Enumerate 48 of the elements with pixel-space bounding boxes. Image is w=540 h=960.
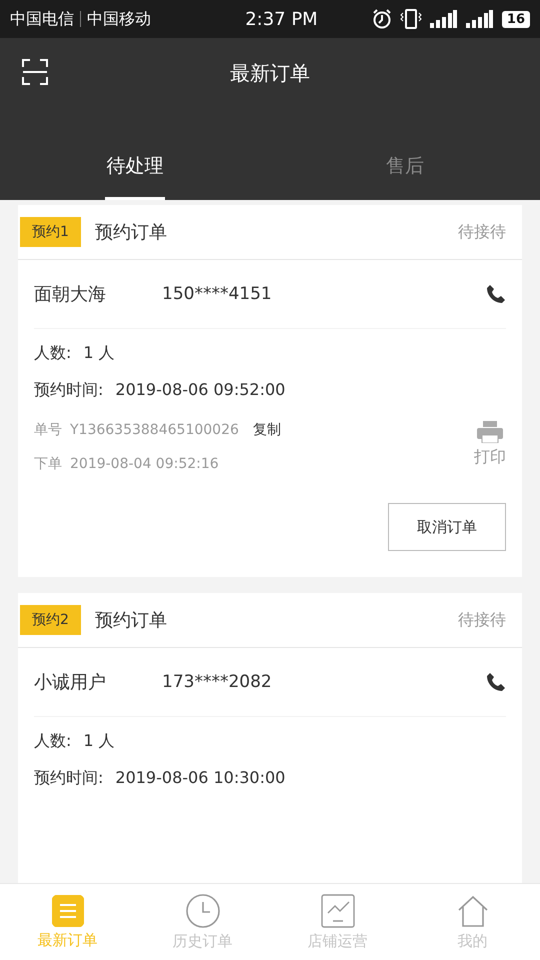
list-icon bbox=[52, 894, 84, 926]
order-status: 待接待 bbox=[458, 610, 506, 630]
scan-icon[interactable] bbox=[22, 59, 48, 85]
house-icon bbox=[456, 894, 490, 928]
booking-time: 2019-08-06 09:52:00 bbox=[115, 380, 286, 401]
alarm-icon bbox=[372, 9, 392, 29]
printer-icon bbox=[477, 421, 503, 443]
battery-level: 16 bbox=[502, 10, 530, 28]
time-label: 预约时间: bbox=[34, 768, 104, 789]
carrier-name: 中国电信 bbox=[10, 8, 74, 30]
tab[interactable]: 待处理 bbox=[105, 139, 165, 200]
cancel-order-button[interactable]: 取消订单 bbox=[388, 503, 506, 551]
placed-time: 2019-08-04 09:52:16 bbox=[70, 456, 219, 472]
signal-icon bbox=[466, 10, 494, 28]
phone-icon[interactable] bbox=[486, 284, 506, 304]
order-type: 预约订单 bbox=[94, 221, 168, 244]
clock-icon bbox=[186, 894, 220, 928]
people-count: 1 人 bbox=[83, 343, 115, 364]
customer-phone: 173****2082 bbox=[162, 672, 273, 692]
phone-icon[interactable] bbox=[486, 672, 506, 692]
order-badge: 预约2 bbox=[20, 605, 81, 635]
status-time: 2:37 PM bbox=[244, 8, 319, 30]
page-title: 最新订单 bbox=[230, 60, 310, 86]
order-number: Y136635388465100026 bbox=[70, 422, 239, 438]
nav-tab[interactable]: 店铺运营 bbox=[270, 884, 405, 960]
copy-button[interactable]: 复制 bbox=[252, 421, 281, 439]
nav-tab[interactable]: 历史订单 bbox=[135, 884, 270, 960]
order-number-label: 单号 bbox=[34, 421, 62, 439]
signal-icon bbox=[430, 10, 458, 28]
carrier-name: 中国移动 bbox=[87, 8, 151, 30]
booking-time: 2019-08-06 10:30:00 bbox=[115, 768, 286, 789]
order-status: 待接待 bbox=[458, 222, 506, 242]
order-type: 预约订单 bbox=[94, 609, 168, 632]
tab[interactable]: 售后 bbox=[375, 139, 435, 200]
vibrate-icon bbox=[400, 9, 422, 29]
customer-phone: 150****4151 bbox=[162, 284, 273, 304]
people-count: 1 人 bbox=[83, 731, 115, 752]
customer-name: 小诚用户 bbox=[34, 671, 107, 694]
nav-tab[interactable]: 我的 bbox=[405, 884, 540, 960]
print-button[interactable]: 打印 bbox=[474, 421, 506, 473]
chart-icon bbox=[320, 894, 354, 928]
customer-name: 面朝大海 bbox=[34, 283, 107, 306]
time-label: 预约时间: bbox=[34, 380, 104, 401]
people-label: 人数: bbox=[34, 731, 72, 752]
people-label: 人数: bbox=[34, 343, 72, 364]
order-badge: 预约1 bbox=[20, 217, 81, 247]
nav-tab[interactable]: 最新订单 bbox=[0, 884, 135, 960]
placed-label: 下单 bbox=[34, 455, 62, 473]
